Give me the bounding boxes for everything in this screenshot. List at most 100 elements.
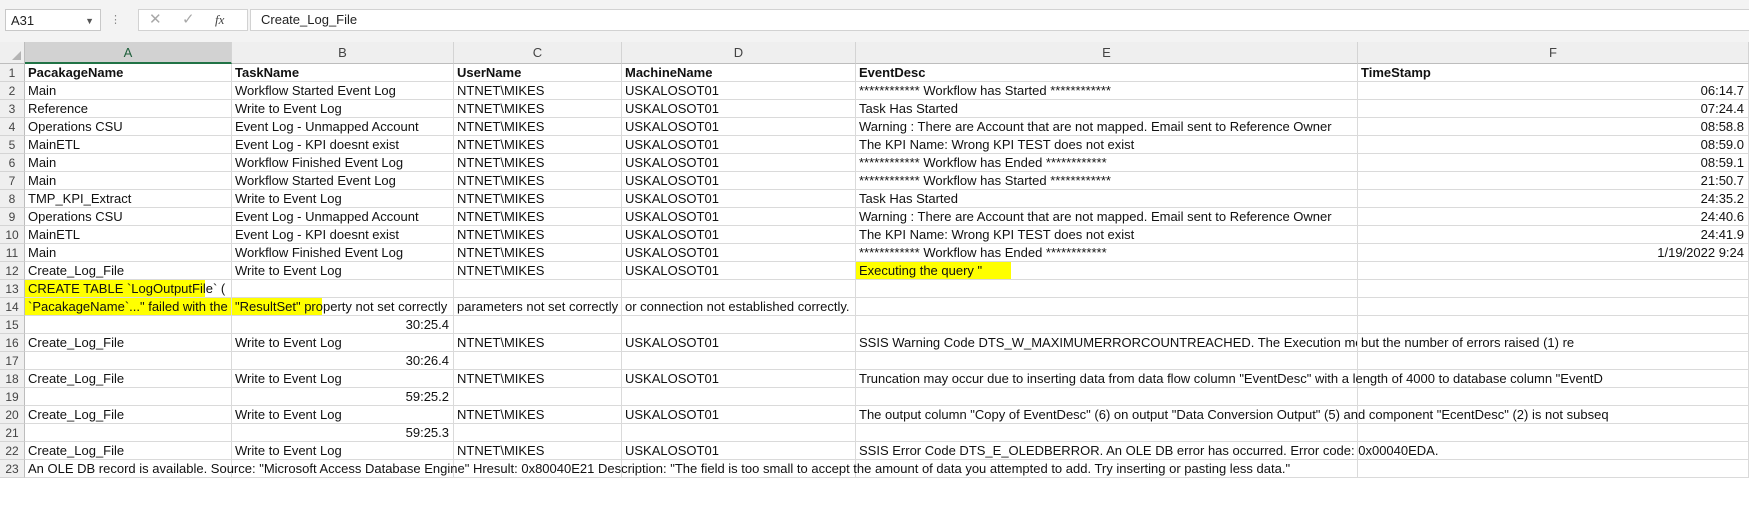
name-box[interactable]: A31 ▼ [5,9,101,31]
cell-a15[interactable] [25,316,232,334]
cell-b16[interactable]: Write to Event Log [232,334,454,352]
cell-b1[interactable]: TaskName [232,64,454,82]
cell-a10[interactable]: MainETL [25,226,232,244]
cell-a19[interactable] [25,388,232,406]
cell-c6[interactable]: NTNET\MIKES [454,154,622,172]
row-header[interactable]: 16 [0,334,25,352]
formula-input[interactable]: Create_Log_File [250,9,1749,31]
cell-d6[interactable]: USKALOSOT01 [622,154,856,172]
cell-a11[interactable]: Main [25,244,232,262]
cell-a20[interactable]: Create_Log_File [25,406,232,424]
cell-d11[interactable]: USKALOSOT01 [622,244,856,262]
cell-f8[interactable]: 24:35.2 [1358,190,1749,208]
cell-a21[interactable] [25,424,232,442]
cell-e14[interactable] [856,298,1358,316]
row-header[interactable]: 2 [0,82,25,100]
cell-c2[interactable]: NTNET\MIKES [454,82,622,100]
cell-f19[interactable] [1358,388,1749,406]
cell-b21[interactable]: 59:25.3 [232,424,454,442]
column-header-c[interactable]: C [454,42,622,64]
row-header[interactable]: 9 [0,208,25,226]
cell-f12[interactable] [1358,262,1749,280]
cell-b2[interactable]: Workflow Started Event Log [232,82,454,100]
cell-e12[interactable]: Executing the query " [856,262,1358,280]
cell-b5[interactable]: Event Log - KPI doesnt exist [232,136,454,154]
row-header[interactable]: 6 [0,154,25,172]
cell-c13[interactable] [454,280,622,298]
cell-e9[interactable]: Warning : There are Account that are not… [856,208,1358,226]
cell-c20[interactable]: NTNET\MIKES [454,406,622,424]
cell-b9[interactable]: Event Log - Unmapped Account [232,208,454,226]
cell-e7[interactable]: ************ Workflow has Started ******… [856,172,1358,190]
cell-c15[interactable] [454,316,622,334]
cell-a18[interactable]: Create_Log_File [25,370,232,388]
cell-f21[interactable] [1358,424,1749,442]
cell-e13[interactable] [856,280,1358,298]
cell-e20[interactable]: The output column "Copy of EventDesc" (6… [856,406,1609,424]
cell-b19[interactable]: 59:25.2 [232,388,454,406]
cell-b22[interactable]: Write to Event Log [232,442,454,460]
cell-e4[interactable]: Warning : There are Account that are not… [856,118,1358,136]
cell-e1[interactable]: EventDesc [856,64,1358,82]
cell-b17[interactable]: 30:26.4 [232,352,454,370]
cell-a12[interactable]: Create_Log_File [25,262,232,280]
cell-c7[interactable]: NTNET\MIKES [454,172,622,190]
cell-d15[interactable] [622,316,856,334]
cell-b3[interactable]: Write to Event Log [232,100,454,118]
cell-e22[interactable]: SSIS Error Code DTS_E_OLEDBERROR. An OLE… [856,442,1438,460]
row-header[interactable]: 22 [0,442,25,460]
row-header[interactable]: 14 [0,298,25,316]
column-header-e[interactable]: E [856,42,1358,64]
cell-d12[interactable]: USKALOSOT01 [622,262,856,280]
cell-c9[interactable]: NTNET\MIKES [454,208,622,226]
cell-f7[interactable]: 21:50.7 [1358,172,1749,190]
cell-a3[interactable]: Reference [25,100,232,118]
cell-a4[interactable]: Operations CSU [25,118,232,136]
cell-e18[interactable]: Truncation may occur due to inserting da… [856,370,1603,388]
cell-c14[interactable]: parameters not set correctly [454,298,622,316]
row-header[interactable]: 5 [0,136,25,154]
cell-a16[interactable]: Create_Log_File [25,334,232,352]
cell-e15[interactable] [856,316,1358,334]
cell-c21[interactable] [454,424,622,442]
cell-f6[interactable]: 08:59.1 [1358,154,1749,172]
cell-c8[interactable]: NTNET\MIKES [454,190,622,208]
cell-f9[interactable]: 24:40.6 [1358,208,1749,226]
cell-a14[interactable]: `PacakageName`..." failed with the f [25,298,232,316]
cell-c3[interactable]: NTNET\MIKES [454,100,622,118]
cell-d10[interactable]: USKALOSOT01 [622,226,856,244]
cell-d16[interactable]: USKALOSOT01 [622,334,856,352]
cell-c5[interactable]: NTNET\MIKES [454,136,622,154]
cell-e8[interactable]: Task Has Started [856,190,1358,208]
cell-b15[interactable]: 30:25.4 [232,316,454,334]
cell-e3[interactable]: Task Has Started [856,100,1358,118]
cell-f4[interactable]: 08:58.8 [1358,118,1749,136]
cell-e5[interactable]: The KPI Name: Wrong KPI TEST does not ex… [856,136,1358,154]
cell-d18[interactable]: USKALOSOT01 [622,370,856,388]
cell-d22[interactable]: USKALOSOT01 [622,442,856,460]
cell-a8[interactable]: TMP_KPI_Extract [25,190,232,208]
cell-f2[interactable]: 06:14.7 [1358,82,1749,100]
row-header[interactable]: 19 [0,388,25,406]
cell-b18[interactable]: Write to Event Log [232,370,454,388]
cell-f10[interactable]: 24:41.9 [1358,226,1749,244]
cell-a7[interactable]: Main [25,172,232,190]
cell-b20[interactable]: Write to Event Log [232,406,454,424]
row-header[interactable]: 7 [0,172,25,190]
row-header[interactable]: 11 [0,244,25,262]
row-header[interactable]: 20 [0,406,25,424]
row-header[interactable]: 8 [0,190,25,208]
cell-b11[interactable]: Workflow Finished Event Log [232,244,454,262]
cell-f23[interactable] [1358,460,1749,478]
cell-c4[interactable]: NTNET\MIKES [454,118,622,136]
row-header[interactable]: 21 [0,424,25,442]
cell-f1[interactable]: TimeStamp [1358,64,1749,82]
cell-c10[interactable]: NTNET\MIKES [454,226,622,244]
cell-a22[interactable]: Create_Log_File [25,442,232,460]
cell-d21[interactable] [622,424,856,442]
column-header-d[interactable]: D [622,42,856,64]
cell-e11[interactable]: ************ Workflow has Ended ********… [856,244,1358,262]
row-header[interactable]: 1 [0,64,25,82]
cell-d7[interactable]: USKALOSOT01 [622,172,856,190]
enter-icon[interactable]: ✓ [182,10,195,30]
